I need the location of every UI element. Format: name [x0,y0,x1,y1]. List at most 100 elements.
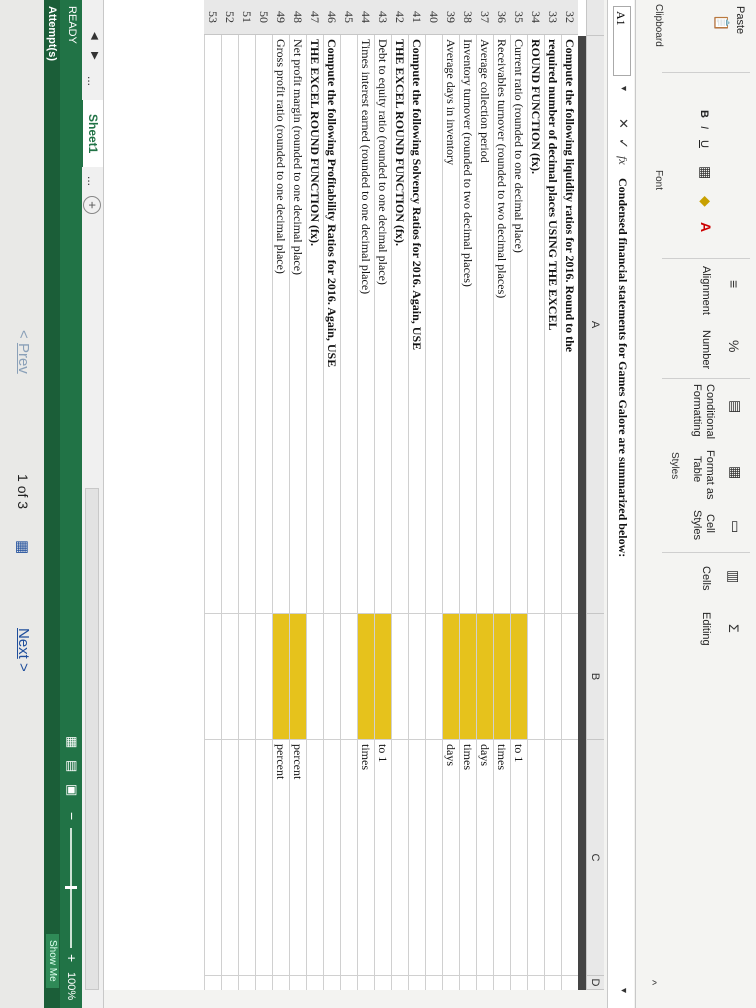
cell-a[interactable] [222,36,238,614]
cell-c-unit[interactable]: days [477,740,493,976]
cell-c-unit[interactable] [528,740,544,976]
grid-view-icon[interactable]: ▦ [14,540,32,554]
cell-a[interactable] [239,36,255,614]
cell-b-answer[interactable] [477,614,493,740]
cell-a[interactable]: Average days in inventory [443,36,459,614]
cell-a[interactable]: Net profit margin (rounded to one decima… [290,36,306,614]
cell-d[interactable] [341,976,357,990]
row-number[interactable]: 40 [425,0,442,35]
cell-a[interactable]: Current ratio (rounded to one decimal pl… [511,36,527,614]
number-button[interactable]: Number [700,330,712,369]
paste-button[interactable]: Paste [734,6,746,34]
cell-c-unit[interactable] [562,740,578,976]
row-number[interactable]: 47 [306,0,323,35]
row-number[interactable]: 39 [442,0,459,35]
prev-button[interactable]: < Prev [15,330,32,374]
cell-c-unit[interactable]: times [358,740,374,976]
row-number[interactable]: 48 [289,0,306,35]
cell-c-unit[interactable]: percent [290,740,306,976]
add-sheet-button[interactable]: + [83,196,101,214]
cell-b-answer[interactable] [511,614,527,740]
horizontal-scrollbar[interactable] [85,488,99,990]
next-button[interactable]: Next > [15,628,32,672]
normal-view-icon[interactable]: ▦ [64,736,80,748]
cell-b-answer[interactable] [273,614,289,740]
cell-styles-button[interactable]: Cell [704,514,716,533]
cell-a[interactable] [205,36,221,614]
cell-b-answer[interactable] [205,614,221,740]
cell-c-unit[interactable] [409,740,425,976]
cell-c-unit[interactable] [545,740,561,976]
cell-b-answer[interactable] [545,614,561,740]
cell-d[interactable] [239,976,255,990]
cell-b-answer[interactable] [528,614,544,740]
editing-icon[interactable]: Σ [726,624,742,633]
cell-a[interactable]: THE EXCEL ROUND FUNCTION (fx). [392,36,408,614]
cell-b-answer[interactable] [494,614,510,740]
cell-d[interactable] [324,976,340,990]
cell-b-answer[interactable] [409,614,425,740]
row-number[interactable]: 33 [544,0,561,35]
cell-c-unit[interactable]: times [460,740,476,976]
cell-d[interactable] [528,976,544,990]
cell-c-unit[interactable]: percent [273,740,289,976]
cell-d[interactable] [460,976,476,990]
row-number[interactable]: 34 [527,0,544,35]
cell-b-answer[interactable] [290,614,306,740]
fill-color-icon[interactable]: ◆ [697,196,714,207]
column-header-c[interactable]: C [586,740,604,976]
cell-c-unit[interactable] [426,740,442,976]
cell-d[interactable] [545,976,561,990]
expand-formula-icon[interactable]: ▾ [618,988,629,993]
cell-d[interactable] [392,976,408,990]
fx-icon[interactable]: fx [615,156,630,165]
cell-d[interactable] [256,976,272,990]
sheet-more-right[interactable]: ... [85,176,99,186]
sheet-tab-sheet1[interactable]: Sheet1 [81,100,103,168]
font-color-icon[interactable]: A [698,222,714,232]
cell-d[interactable] [443,976,459,990]
cell-b-answer[interactable] [358,614,374,740]
cell-c-unit[interactable]: days [443,740,459,976]
column-header-a[interactable]: A [586,36,604,614]
row-number[interactable]: 32 [561,0,578,35]
row-number[interactable]: 50 [255,0,272,35]
cell-d[interactable] [511,976,527,990]
row-number[interactable]: 41 [408,0,425,35]
borders-icon[interactable]: ▦ [697,166,714,179]
cell-a[interactable] [341,36,357,614]
cell-c-unit[interactable] [324,740,340,976]
cell-b-answer[interactable] [324,614,340,740]
underline-button[interactable]: U [698,140,710,148]
row-number[interactable]: 35 [510,0,527,35]
row-number[interactable]: 45 [340,0,357,35]
cell-a[interactable] [256,36,272,614]
cell-c-unit[interactable] [256,740,272,976]
zoom-slider-thumb[interactable] [65,886,77,889]
cell-d[interactable] [494,976,510,990]
page-layout-icon[interactable]: ▤ [64,760,80,772]
cell-d[interactable] [273,976,289,990]
cell-b-answer[interactable] [443,614,459,740]
cell-b-answer[interactable] [460,614,476,740]
cell-b-answer[interactable] [341,614,357,740]
cell-a[interactable]: Compute the following Profitability Rati… [324,36,340,614]
cell-styles-icon[interactable]: ▭ [727,520,744,533]
cell-b-answer[interactable] [392,614,408,740]
name-box-dropdown-icon[interactable]: ▾ [618,86,629,91]
zoom-in-button[interactable]: + [64,954,80,962]
cell-a[interactable]: Debt to equity ratio (rounded to one dec… [375,36,391,614]
column-header-b[interactable]: B [586,614,604,740]
conditional-formatting-button[interactable]: Conditional [704,384,716,439]
cell-a[interactable]: Inventory turnover (rounded to two decim… [460,36,476,614]
cell-b-answer[interactable] [222,614,238,740]
cell-a[interactable]: ROUND FUNCTION (fx). [528,36,544,614]
name-box[interactable]: A1 [613,6,631,76]
format-as-table-button[interactable]: Format as [704,450,716,500]
format-as-table-icon[interactable]: ▦ [727,466,744,479]
cell-b-answer[interactable] [562,614,578,740]
cell-a[interactable]: Receivables turnover (rounded to two dec… [494,36,510,614]
cancel-icon[interactable]: ✕ [615,118,631,129]
cell-c-unit[interactable] [205,740,221,976]
cell-a[interactable]: required number of decimal places USING … [545,36,561,614]
